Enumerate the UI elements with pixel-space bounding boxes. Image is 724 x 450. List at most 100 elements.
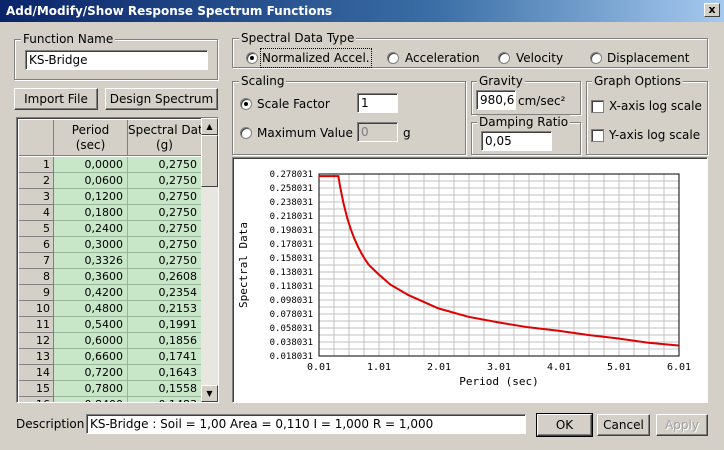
gravity-input[interactable]: 980,6 bbox=[476, 90, 516, 110]
graph-options-label: Graph Options bbox=[592, 74, 683, 88]
spectral-cell[interactable]: 0,1856 bbox=[128, 333, 202, 349]
y-log-checkbox[interactable] bbox=[591, 129, 604, 142]
y-tick-label: 0.198031 bbox=[270, 226, 313, 236]
apply-button[interactable]: Apply bbox=[656, 414, 708, 436]
x-tick-label: 5.01 bbox=[607, 362, 631, 373]
row-number: 16 bbox=[19, 397, 54, 402]
period-cell[interactable]: 0,4200 bbox=[54, 285, 128, 301]
scroll-thumb[interactable] bbox=[201, 135, 218, 187]
table-row[interactable]: 13 0,6600 0,1741 bbox=[19, 349, 202, 365]
table-row[interactable]: 9 0,4200 0,2354 bbox=[19, 285, 202, 301]
row-number: 14 bbox=[19, 365, 54, 381]
spectral-cell[interactable]: 0,2750 bbox=[128, 189, 202, 205]
maximum-value-input[interactable]: 0 bbox=[357, 122, 398, 142]
table-row[interactable]: 5 0,2400 0,2750 bbox=[19, 221, 202, 237]
table-row[interactable]: 14 0,7200 0,1643 bbox=[19, 365, 202, 381]
spectral-cell[interactable]: 0,2750 bbox=[128, 157, 202, 173]
cancel-button[interactable]: Cancel bbox=[597, 414, 650, 436]
y-tick-label: 0.258031 bbox=[270, 184, 313, 194]
maximum-value-label[interactable]: Maximum Value bbox=[257, 125, 353, 141]
radio-normalized-accel[interactable] bbox=[246, 52, 258, 64]
function-name-label: Function Name bbox=[21, 32, 116, 46]
function-name-input[interactable]: KS-Bridge bbox=[25, 50, 208, 70]
period-cell[interactable]: 0,1800 bbox=[54, 205, 128, 221]
y-tick-label: 0.118031 bbox=[270, 282, 313, 292]
radio-maximum-value[interactable] bbox=[240, 127, 252, 139]
period-cell[interactable]: 0,7800 bbox=[54, 381, 128, 397]
gravity-label: Gravity bbox=[477, 74, 525, 88]
import-file-button[interactable]: Import File bbox=[14, 88, 98, 110]
period-cell[interactable]: 0,4800 bbox=[54, 301, 128, 317]
table-row[interactable]: 1 0,0000 0,2750 bbox=[19, 157, 202, 173]
row-number: 13 bbox=[19, 349, 54, 365]
close-button[interactable]: x bbox=[704, 3, 720, 17]
period-cell[interactable]: 0,5400 bbox=[54, 317, 128, 333]
radio-velocity[interactable] bbox=[498, 52, 510, 64]
row-number: 15 bbox=[19, 381, 54, 397]
spectral-cell[interactable]: 0,1991 bbox=[128, 317, 202, 333]
period-cell[interactable]: 0,3326 bbox=[54, 253, 128, 269]
spectral-cell[interactable]: 0,2354 bbox=[128, 285, 202, 301]
table-row[interactable]: 160,84000,1483 bbox=[19, 397, 202, 402]
spectral-cell[interactable]: 0,2750 bbox=[128, 253, 202, 269]
description-input[interactable]: KS-Bridge : Soil = 1,00 Area = 0,110 I =… bbox=[86, 414, 526, 434]
scroll-down-icon[interactable]: ▼ bbox=[201, 385, 218, 402]
radio-displacement[interactable] bbox=[590, 52, 602, 64]
table-row[interactable]: 2 0,0600 0,2750 bbox=[19, 173, 202, 189]
x-log-checkbox[interactable] bbox=[591, 100, 604, 113]
spectrum-chart-panel: 0.018031 0.038031 0.058031 0.078031 0.098031… bbox=[232, 157, 708, 403]
y-tick-label: 0.158031 bbox=[270, 254, 313, 264]
period-cell[interactable]: 0,8400 bbox=[54, 397, 128, 402]
spectral-cell[interactable]: 0,2608 bbox=[128, 269, 202, 285]
period-cell[interactable]: 0,3000 bbox=[54, 237, 128, 253]
spectral-cell[interactable]: 0,1483 bbox=[128, 397, 202, 402]
table-row[interactable]: 8 0,3600 0,2608 bbox=[19, 269, 202, 285]
y-tick-label: 0.058031 bbox=[270, 324, 313, 334]
period-cell[interactable]: 0,3600 bbox=[54, 269, 128, 285]
displacement-label[interactable]: Displacement bbox=[607, 50, 690, 66]
spectral-cell[interactable]: 0,1741 bbox=[128, 349, 202, 365]
period-cell[interactable]: 0,7200 bbox=[54, 365, 128, 381]
row-number: 9 bbox=[19, 285, 54, 301]
table-row[interactable]: 10 0,4800 0,2153 bbox=[19, 301, 202, 317]
table-scrollbar[interactable]: ▲ ▼ bbox=[201, 118, 218, 402]
period-cell[interactable]: 0,6600 bbox=[54, 349, 128, 365]
period-cell[interactable]: 0,6000 bbox=[54, 333, 128, 349]
title-bar: Add/Modify/Show Response Spectrum Functi… bbox=[0, 0, 724, 22]
damping-input[interactable]: 0,05 bbox=[481, 131, 552, 151]
spectral-cell[interactable]: 0,1558 bbox=[128, 381, 202, 397]
spectral-cell[interactable]: 0,2750 bbox=[128, 237, 202, 253]
table-row[interactable]: 11 0,5400 0,1991 bbox=[19, 317, 202, 333]
y-tick-label: 0.278031 bbox=[270, 170, 313, 180]
table-row[interactable]: 4 0,1800 0,2750 bbox=[19, 205, 202, 221]
table-row[interactable]: 12 0,6000 0,1856 bbox=[19, 333, 202, 349]
spectral-cell[interactable]: 0,2750 bbox=[128, 221, 202, 237]
scale-factor-input[interactable]: 1 bbox=[357, 93, 398, 113]
x-log-label[interactable]: X-axis log scale bbox=[609, 98, 702, 114]
scaling-label: Scaling bbox=[239, 74, 287, 88]
radio-scale-factor[interactable] bbox=[240, 98, 252, 110]
spectral-cell[interactable]: 0,2750 bbox=[128, 173, 202, 189]
spectral-cell[interactable]: 0,2750 bbox=[128, 205, 202, 221]
normalized-accel-label[interactable]: Normalized Accel. bbox=[260, 48, 372, 68]
period-cell[interactable]: 0,1200 bbox=[54, 189, 128, 205]
table-row[interactable]: 6 0,3000 0,2750 bbox=[19, 237, 202, 253]
y-log-label[interactable]: Y-axis log scale bbox=[609, 127, 700, 143]
period-cell[interactable]: 0,0000 bbox=[54, 157, 128, 173]
acceleration-label[interactable]: Acceleration bbox=[405, 50, 480, 66]
spectral-cell[interactable]: 0,2153 bbox=[128, 301, 202, 317]
period-cell[interactable]: 0,0600 bbox=[54, 173, 128, 189]
velocity-label[interactable]: Velocity bbox=[516, 50, 563, 66]
spectrum-table[interactable]: Period (sec) Spectral Data (g) 1 0,0000 0,… bbox=[16, 117, 219, 403]
radio-acceleration[interactable] bbox=[387, 52, 399, 64]
table-row[interactable]: 3 0,1200 0,2750 bbox=[19, 189, 202, 205]
table-row[interactable]: 15 0,7800 0,1558 bbox=[19, 381, 202, 397]
period-cell[interactable]: 0,2400 bbox=[54, 221, 128, 237]
ok-button[interactable]: OK bbox=[536, 413, 593, 437]
table-row[interactable]: 7 0,3326 0,2750 bbox=[19, 253, 202, 269]
x-tick-label: 1.01 bbox=[367, 362, 391, 373]
spectral-cell[interactable]: 0,1643 bbox=[128, 365, 202, 381]
scale-factor-label[interactable]: Scale Factor bbox=[257, 96, 330, 112]
scroll-up-icon[interactable]: ▲ bbox=[201, 118, 218, 135]
design-spectrum-button[interactable]: Design Spectrum bbox=[105, 88, 218, 110]
